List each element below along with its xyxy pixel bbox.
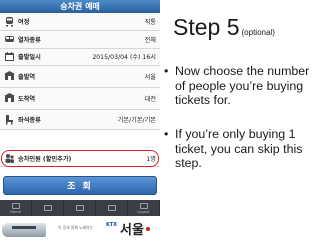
- row-label: 좌석종류: [18, 117, 41, 125]
- tab-home[interactable]: Home: [0, 200, 32, 216]
- list-icon: [107, 204, 116, 211]
- tab-3[interactable]: [64, 200, 96, 216]
- accent-dot: [146, 227, 150, 231]
- calendar-icon: [5, 52, 14, 62]
- bullet-dot: •: [164, 127, 169, 141]
- ad-banner: 이 땅과 함께 노래하는 KTX 서울: [0, 216, 160, 240]
- banner-city: 서울: [120, 223, 144, 238]
- tab-label: Home: [10, 209, 21, 214]
- logout-icon: [139, 202, 148, 209]
- row-seat-type[interactable]: 좌석종류 기본/기본/기본: [0, 110, 160, 131]
- arrival-station-icon: [4, 93, 15, 103]
- tab-logout[interactable]: Logout: [128, 200, 160, 216]
- row-arrival-station[interactable]: 도착역 대전: [0, 88, 160, 111]
- bullet-text: Now choose the number of people you’re b…: [175, 64, 310, 108]
- train-image: [2, 223, 46, 237]
- row-label: 출발역: [18, 74, 36, 82]
- row-label: 출발일시: [18, 54, 41, 62]
- row-value: 대전: [144, 96, 156, 104]
- ktx-logo: KTX: [106, 222, 118, 228]
- row-departure-time[interactable]: 출발일시 2015/03/04 (수) 16시: [0, 48, 160, 67]
- query-button[interactable]: 조 회: [3, 176, 157, 195]
- row-label: 여정: [18, 18, 30, 26]
- departure-station-icon: [4, 71, 15, 81]
- row-departure-station[interactable]: 출발역 서울: [0, 66, 160, 89]
- tab-4[interactable]: [96, 200, 128, 216]
- row-value: 2015/03/04 (수) 16시: [92, 54, 156, 62]
- app-title-bar: 승차권 예매: [0, 0, 160, 13]
- row-value: 기본/기본/기본: [117, 117, 156, 125]
- bullet-dot: •: [164, 64, 169, 78]
- row-train-type[interactable]: 열차종류 전체: [0, 30, 160, 49]
- bullet-item: • Now choose the number of people you’re…: [164, 64, 314, 108]
- slide-title: Step 5 (optional): [173, 14, 275, 41]
- bullet-item: • If you’re only buying 1 ticket, you ca…: [164, 127, 314, 171]
- row-label: 열차종류: [18, 36, 41, 44]
- home-icon: [11, 202, 20, 209]
- row-value: 서울: [144, 74, 156, 82]
- search-icon: [75, 204, 84, 211]
- bottom-tab-bar: Home Logout: [0, 200, 160, 216]
- seat-icon: [6, 115, 13, 125]
- tab-2[interactable]: [32, 200, 64, 216]
- slide-text-panel: Step 5 (optional) • Now choose the number…: [160, 0, 320, 240]
- banner-subtitle: 이 땅과 함께 노래하는: [58, 225, 94, 230]
- row-journey[interactable]: 여정 직통: [0, 13, 160, 31]
- train-type-icon: [5, 35, 14, 42]
- bullet-text: If you’re only buying 1 ticket, you can …: [175, 127, 303, 171]
- app-title: 승차권 예매: [60, 2, 100, 11]
- ticket-icon: [43, 204, 52, 211]
- step-note: (optional): [241, 28, 275, 37]
- phone-screenshot: 승차권 예매 여정 직통 열차종류 전체 출발일시 2015/03/04 (수)…: [0, 0, 160, 240]
- passenger-row-highlight: [1, 150, 159, 167]
- tab-label: Logout: [137, 209, 150, 214]
- row-label: 도착역: [18, 96, 36, 104]
- step-heading: Step 5: [173, 14, 240, 40]
- row-value: 직통: [144, 18, 156, 26]
- row-value: 전체: [144, 36, 156, 44]
- train-icon: [6, 16, 13, 27]
